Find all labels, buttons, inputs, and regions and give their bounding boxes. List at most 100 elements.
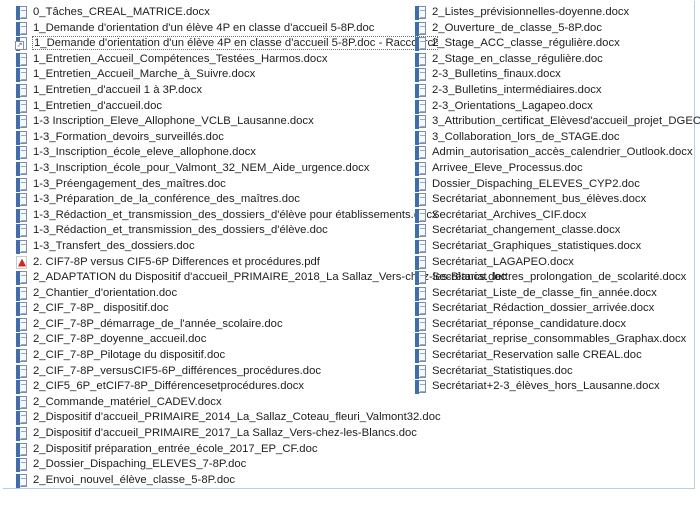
- file-item[interactable]: Secrétariat_lettres_prolongation_de_scol…: [415, 270, 695, 286]
- file-item[interactable]: 2. CIF7-8P versus CIF5-6P Differences et…: [16, 255, 396, 271]
- file-item[interactable]: 2_Dispositif d'accueil_PRIMAIRE_2014_La_…: [16, 410, 441, 426]
- word-document-icon: [415, 286, 426, 301]
- file-item[interactable]: Secrétariat_Reservation salle CREAL.doc: [415, 348, 695, 364]
- file-item[interactable]: 2_CIF_7-8P_doyenne_accueil.doc: [16, 332, 396, 348]
- file-item[interactable]: 2_Listes_prévisionnelles-doyenne.docx: [415, 5, 695, 21]
- word-document-icon: [415, 161, 426, 176]
- file-item[interactable]: 1-3_Préparation_de_la_conférence_des_maî…: [16, 192, 396, 208]
- file-item[interactable]: 1_Entretien_d'accueil.doc: [16, 99, 396, 115]
- file-item[interactable]: 2_CIF_7-8P_Pilotage du dispositif.doc: [16, 348, 396, 364]
- file-name: Secrétariat_changement_classe.docx: [432, 224, 621, 237]
- file-item[interactable]: 0_Tâches_CREAL_MATRICE.docx: [16, 5, 396, 21]
- file-item[interactable]: Secrétariat+2-3_élèves_hors_Lausanne.doc…: [415, 379, 695, 395]
- file-name: 3_Collaboration_lors_de_STAGE.doc: [432, 130, 620, 143]
- file-item[interactable]: 2_Commande_matériel_CADEV.docx: [16, 395, 396, 411]
- file-item[interactable]: 2_ADAPTATION du Dispositif d'accueil_PRI…: [16, 270, 506, 286]
- word-document-icon: [16, 411, 27, 426]
- file-name: 1-3_Préengagement_des_maîtres.doc: [33, 177, 226, 190]
- file-item[interactable]: 2_Chantier_d'orientation.doc: [16, 286, 396, 302]
- word-document-icon: [16, 83, 27, 98]
- file-name: 1-3_Rédaction_et_transmission_des_dossie…: [33, 208, 438, 221]
- file-name: 1-3_Préparation_de_la_conférence_des_maî…: [33, 193, 300, 206]
- file-item[interactable]: 2_Dispositif préparation_entrée_école_20…: [16, 442, 396, 458]
- file-name: Secrétariat_Graphiques_statistiques.docx: [432, 239, 642, 252]
- file-item[interactable]: 2_Dossier_Dispaching_ELEVES_7-8P.doc: [16, 457, 396, 473]
- word-document-icon: [16, 161, 27, 176]
- file-name: 1_Entretien_Accueil_Marche_à_Suivre.docx: [33, 68, 256, 81]
- file-item[interactable]: 2_CIF_7-8P_démarrage_de_l'année_scolaire…: [16, 317, 396, 333]
- file-item[interactable]: Secrétariat_LAGAPEO.docx: [415, 255, 695, 271]
- file-item[interactable]: Secrétariat_Liste_de_classe_fin_année.do…: [415, 286, 695, 302]
- file-name: 1-3 Inscription_Eleve_Allophone_VCLB_Lau…: [33, 115, 314, 128]
- file-name: Secrétariat_réponse_candidature.docx: [432, 317, 627, 330]
- file-item[interactable]: 2_Stage_ACC_classe_régulière.docx: [415, 36, 695, 52]
- file-name: 2_Ouverture_de_classe_5-8P.doc: [432, 21, 602, 34]
- word-document-icon: [415, 115, 426, 130]
- file-item[interactable]: Secrétariat_Statistiques.doc: [415, 364, 695, 380]
- file-item[interactable]: 2_CIF5_6P_etCIF7-8P_Différencesetprocédu…: [16, 379, 396, 395]
- word-document-icon: [415, 37, 426, 52]
- file-name: 2_Stage_en_classe_régulière.doc: [432, 52, 603, 65]
- file-item[interactable]: 2-3_Orientations_Lagapeo.docx: [415, 99, 695, 115]
- word-document-icon: [16, 21, 27, 36]
- file-list-pane[interactable]: 0_Tâches_CREAL_MATRICE.docx 1_Demande d'o…: [3, 1, 700, 489]
- file-item[interactable]: 1-3 Inscription_Eleve_Allophone_VCLB_Lau…: [16, 114, 396, 130]
- file-item[interactable]: Secrétariat_changement_classe.docx: [415, 223, 695, 239]
- file-item[interactable]: 1_Entretien_Accueil_Marche_à_Suivre.docx: [16, 67, 396, 83]
- file-item[interactable]: 2-3_Bulletins_intermédiaires.docx: [415, 83, 695, 99]
- file-item[interactable]: 2-3_Bulletins_finaux.docx: [415, 67, 695, 83]
- file-name: 2_Dossier_Dispaching_ELEVES_7-8P.doc: [33, 458, 247, 471]
- file-item[interactable]: 2_Ouverture_de_classe_5-8P.doc: [415, 21, 695, 37]
- word-document-icon: [16, 99, 27, 114]
- word-document-icon: [16, 52, 27, 67]
- file-item[interactable]: 1-3_Inscription_école_eleve_allophone.do…: [16, 145, 396, 161]
- file-name: Secrétariat_Statistiques.doc: [432, 364, 573, 377]
- file-name: 2-3_Orientations_Lagapeo.docx: [432, 99, 593, 112]
- file-item[interactable]: 1-3_Rédaction_et_transmission_des_dossie…: [16, 223, 396, 239]
- file-item[interactable]: Dossier_Dispaching_ELEVES_CYP2.doc: [415, 177, 695, 193]
- file-item[interactable]: 2_CIF_7-8P_ dispositif.doc: [16, 301, 396, 317]
- file-item[interactable]: 1_Demande d'orientation d'un élève 4P en…: [16, 21, 396, 37]
- file-item[interactable]: 2_Stage_en_classe_régulière.doc: [415, 52, 695, 68]
- file-name: 1-3_Transfert_des_dossiers.doc: [33, 239, 195, 252]
- file-name: Secrétariat_lettres_prolongation_de_scol…: [432, 271, 687, 284]
- file-item[interactable]: Secrétariat_Graphiques_statistiques.docx: [415, 239, 695, 255]
- word-document-icon: [16, 224, 27, 239]
- file-item[interactable]: 1-3_Transfert_des_dossiers.doc: [16, 239, 396, 255]
- word-document-icon: [415, 349, 426, 364]
- file-name: 1_Demande d'orientation d'un élève 4P en…: [33, 21, 375, 34]
- file-item[interactable]: 3_Attribution_certificat_Elèvesd'accueil…: [415, 114, 700, 130]
- file-item[interactable]: Secrétariat_Rédaction_dossier_arrivée.do…: [415, 301, 695, 317]
- word-document-icon: [415, 239, 426, 254]
- file-item[interactable]: Secrétariat_reprise_consommables_Graphax…: [415, 332, 695, 348]
- file-item[interactable]: Secrétariat_Archives_CIF.docx: [415, 208, 695, 224]
- file-item[interactable]: 1-3_Préengagement_des_maîtres.doc: [16, 177, 396, 193]
- file-item[interactable]: 1_Demande d'orientation d'un élève 4P en…: [15, 36, 438, 52]
- file-item[interactable]: Secrétariat_réponse_candidature.docx: [415, 317, 695, 333]
- file-item[interactable]: Admin_autorisation_accès_calendrier_Outl…: [415, 145, 695, 161]
- word-document-icon: [16, 302, 27, 317]
- file-item[interactable]: 2_CIF_7-8P_versusCIF5-6P_différences_pro…: [16, 364, 396, 380]
- file-name: Secrétariat_Liste_de_classe_fin_année.do…: [432, 286, 657, 299]
- file-item[interactable]: 1_Entretien_Accueil_Compétences_Testées_…: [16, 52, 396, 68]
- file-name: Dossier_Dispaching_ELEVES_CYP2.doc: [432, 177, 640, 190]
- file-item[interactable]: Secrétariat_abonnement_bus_élèves.docx: [415, 192, 695, 208]
- word-document-icon: [16, 208, 27, 223]
- word-document-icon: [16, 115, 27, 130]
- file-item[interactable]: 1-3_Inscription_école_pour_Valmont_32_NE…: [16, 161, 396, 177]
- file-item[interactable]: 1-3_Rédaction_et_transmission_des_dossie…: [16, 208, 438, 224]
- file-item[interactable]: 1-3_Formation_devoirs_surveillés.doc: [16, 130, 396, 146]
- file-item[interactable]: 2_Envoi_nouvel_élève_classe_5-8P.doc: [16, 473, 396, 489]
- file-item[interactable]: 3_Collaboration_lors_de_STAGE.doc: [415, 130, 695, 146]
- word-document-icon: [16, 130, 27, 145]
- file-item[interactable]: 1_Entretien_d'accueil 1 à 3P.docx: [16, 83, 396, 99]
- file-item[interactable]: 2_Dispositif d'accueil_PRIMAIRE_2017_La …: [16, 426, 417, 442]
- file-item[interactable]: Arrivee_Eleve_Processus.doc: [415, 161, 695, 177]
- pdf-icon: [16, 255, 27, 269]
- word-document-icon: [16, 193, 27, 208]
- file-name: 2_Commande_matériel_CADEV.docx: [33, 395, 222, 408]
- word-document-icon: [415, 255, 426, 270]
- file-name: Secrétariat_reprise_consommables_Graphax…: [432, 333, 687, 346]
- word-document-icon: [415, 208, 426, 223]
- word-document-icon: [16, 473, 27, 488]
